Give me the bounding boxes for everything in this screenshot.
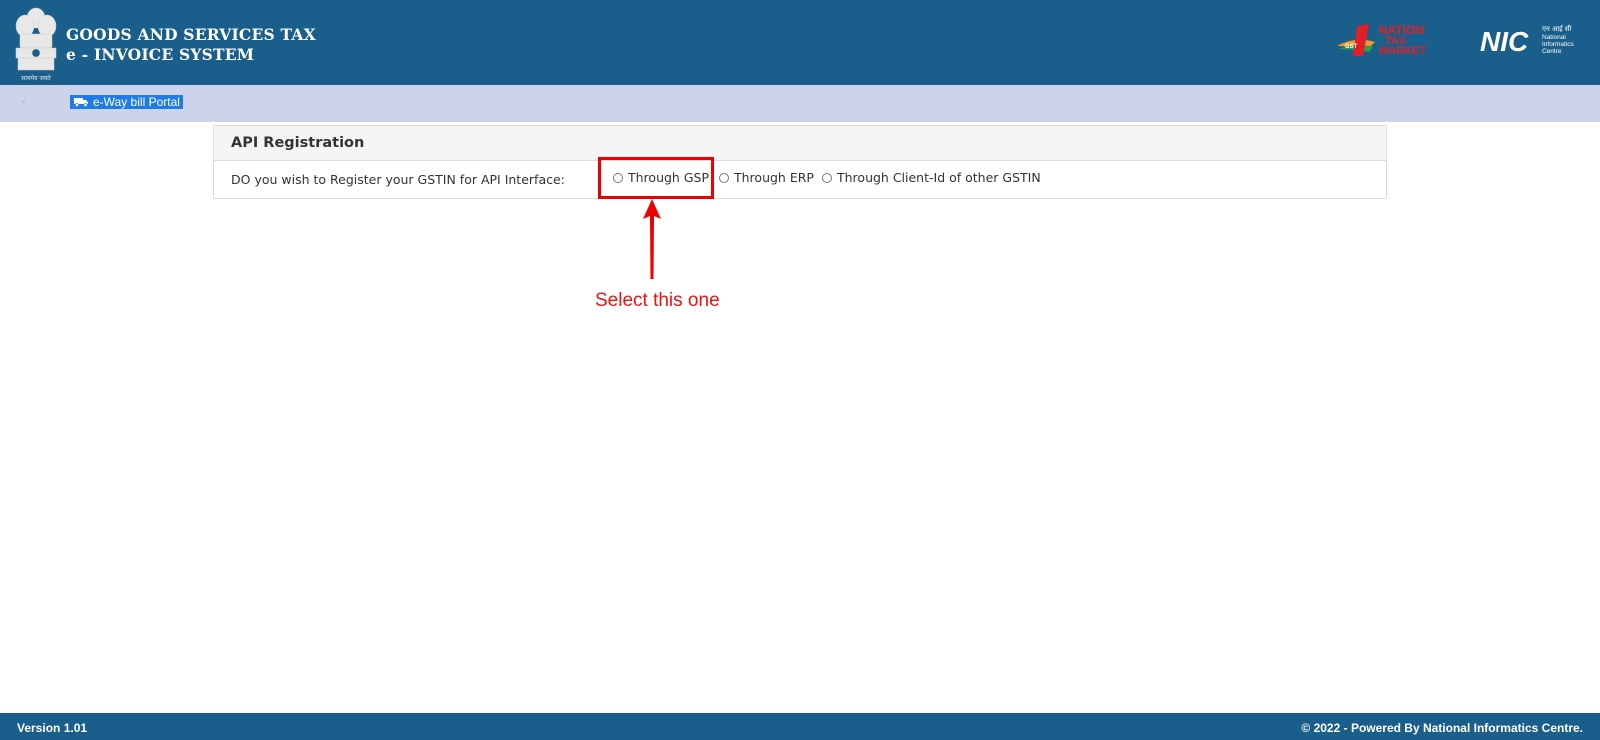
title-line-2: e - INVOICE SYSTEM bbox=[66, 45, 255, 64]
nic-logo: NIC एन आई सी National Informatics Centre bbox=[1480, 24, 1575, 56]
annotation-arrow-icon bbox=[643, 199, 661, 279]
option-label: Through Client-Id of other GSTIN bbox=[837, 170, 1041, 185]
logo-ntm-badge: GST bbox=[1345, 44, 1358, 50]
national-emblem-icon: सत्यमेव जयते bbox=[15, 7, 57, 82]
annotation-text: Select this one bbox=[595, 290, 720, 311]
eway-bill-portal-label: e-Way bill Portal bbox=[93, 95, 180, 109]
radio-through-client-id[interactable] bbox=[822, 172, 832, 183]
logo-nic-line3: Centre bbox=[1542, 48, 1562, 55]
option-through-erp[interactable]: Through ERP bbox=[719, 170, 814, 185]
emblem-caption: सत्यमेव जयते bbox=[21, 74, 51, 82]
header-bar: सत्यमेव जयते GOODS AND SERVICES TAX e - … bbox=[0, 0, 1600, 85]
nav-bar: - e-Way bill Portal bbox=[0, 85, 1600, 122]
option-label: Through ERP bbox=[734, 170, 814, 185]
truck-icon bbox=[74, 98, 88, 107]
panel-title: API Registration bbox=[214, 126, 1386, 161]
annotation-highlight-box bbox=[598, 157, 714, 199]
register-question: DO you wish to Register your GSTIN for A… bbox=[231, 172, 565, 187]
eway-bill-portal-link[interactable]: e-Way bill Portal bbox=[70, 95, 183, 109]
title-line-1: GOODS AND SERVICES TAX bbox=[66, 25, 316, 44]
one-nation-tax-market-logo: GST NATION TAX MARKET bbox=[1337, 23, 1426, 57]
api-registration-panel: API Registration DO you wish to Register… bbox=[213, 125, 1387, 199]
copyright-text: © 2022 - Powered By National Informatics… bbox=[1301, 721, 1583, 735]
logo-nic-mark: NIC bbox=[1480, 26, 1529, 56]
nav-marker: - bbox=[22, 97, 26, 107]
footer-bar: Version 1.01 © 2022 - Powered By Nationa… bbox=[0, 713, 1600, 740]
site-title: GOODS AND SERVICES TAX e - INVOICE SYSTE… bbox=[66, 25, 316, 65]
option-through-client-id[interactable]: Through Client-Id of other GSTIN bbox=[822, 170, 1041, 185]
logo-nic-hindi: एन आई सी bbox=[1542, 24, 1572, 33]
panel-body: DO you wish to Register your GSTIN for A… bbox=[214, 161, 1386, 198]
logo-nic-line2: Informatics bbox=[1542, 41, 1575, 48]
logo-ntm-line3: MARKET bbox=[1379, 45, 1426, 57]
radio-through-erp[interactable] bbox=[719, 172, 729, 183]
version-text: Version 1.01 bbox=[17, 721, 88, 735]
logo-nic-line1: National bbox=[1542, 34, 1566, 41]
